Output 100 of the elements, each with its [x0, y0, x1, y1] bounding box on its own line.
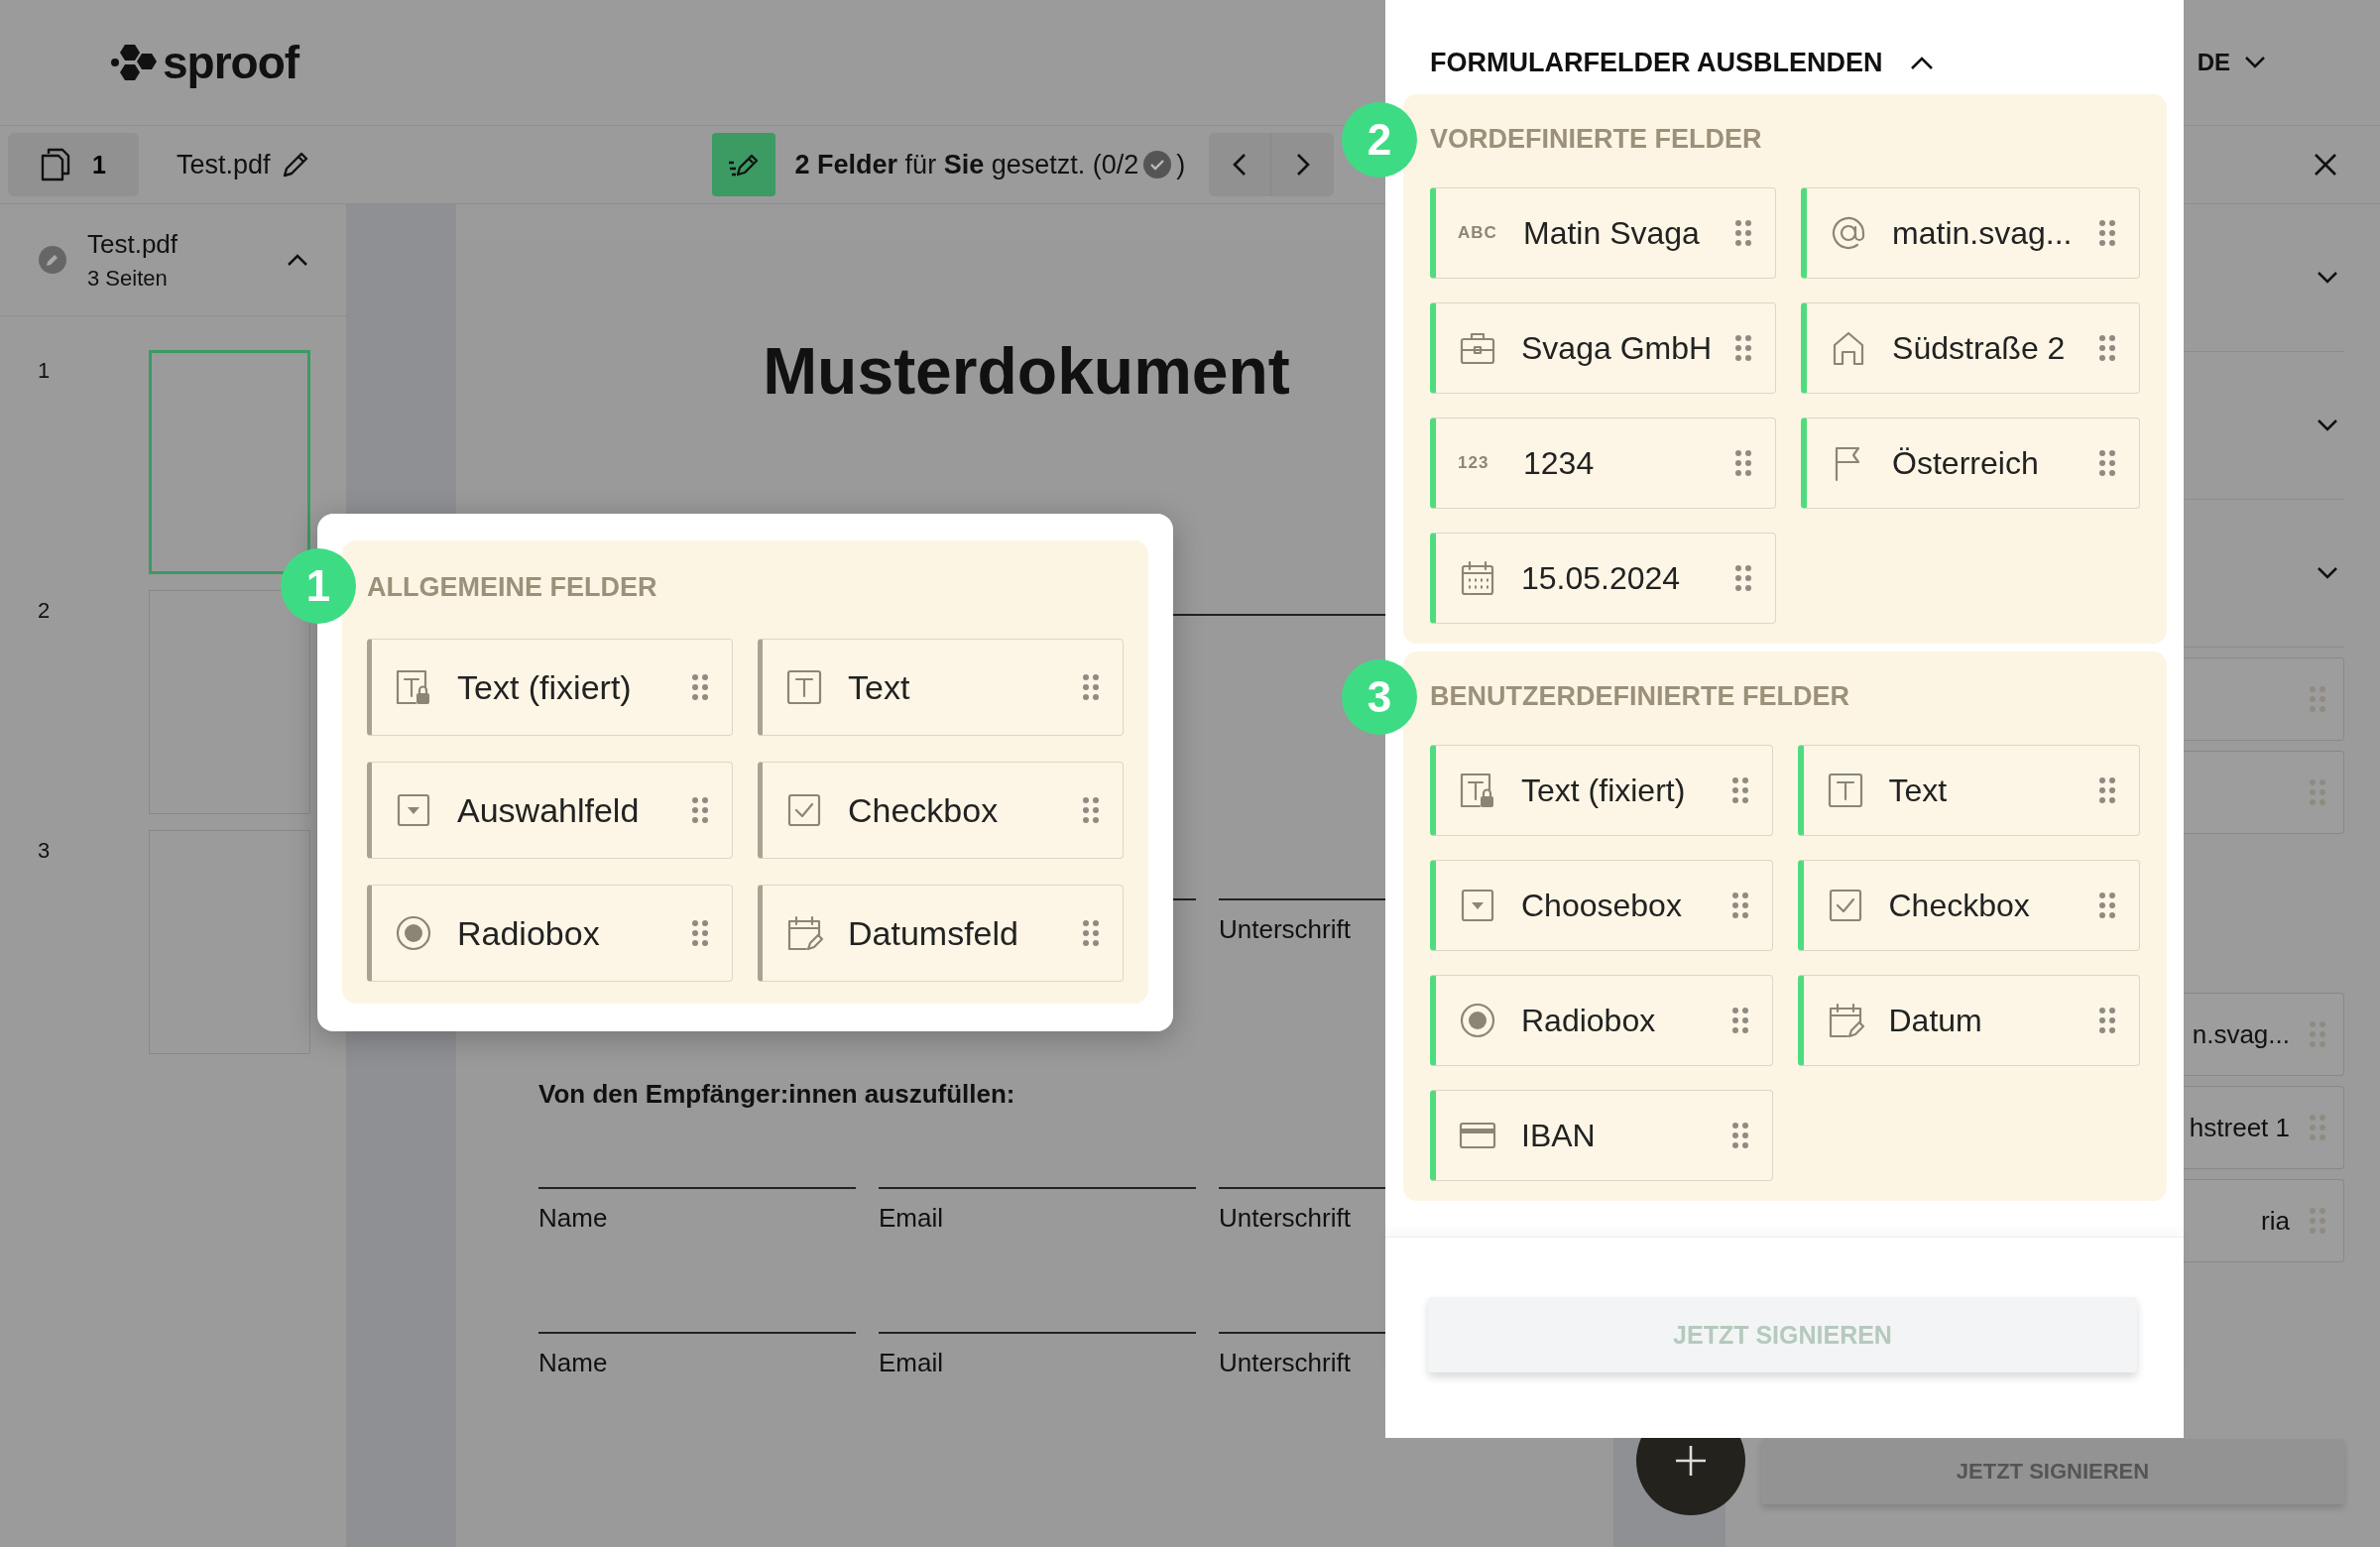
- chevron-down-icon[interactable]: [2244, 56, 2266, 69]
- drag-handle-icon[interactable]: [1731, 1008, 1748, 1033]
- drag-handle-icon[interactable]: [2099, 777, 2115, 803]
- section-title: BENUTZERDEFINIERTE FELDER: [1430, 681, 1850, 712]
- page-number: 1: [38, 357, 52, 384]
- check-circle-icon: [1142, 150, 1173, 179]
- page-number: 2: [38, 597, 52, 624]
- field-item[interactable]: Choosebox: [1430, 860, 1773, 951]
- field-item[interactable]: Checkbox: [1797, 860, 2140, 951]
- field-item[interactable]: IBAN: [1430, 1090, 1773, 1181]
- field-row[interactable]: [2184, 751, 2344, 834]
- page-count: 3 Seiten: [87, 265, 169, 292]
- step-badge: 3: [1342, 659, 1417, 735]
- chevron-up-icon: [1910, 57, 1935, 70]
- field-row[interactable]: ria: [2184, 1179, 2344, 1262]
- field-label: Email: [879, 1348, 943, 1377]
- field-type-icon: ABC: [1458, 223, 1499, 243]
- field-item[interactable]: Text (fixiert): [367, 639, 733, 736]
- status-text: 2 Felder für Sie gesetzt. (0/2: [794, 149, 1139, 180]
- drag-handle-icon[interactable]: [2310, 1021, 2325, 1047]
- field-item[interactable]: Österreich: [1801, 417, 2140, 509]
- field-item[interactable]: Radiobox: [1430, 975, 1773, 1066]
- drag-handle-icon[interactable]: [1735, 335, 1752, 361]
- drag-handle-icon[interactable]: [692, 674, 708, 700]
- drag-handle-icon[interactable]: [1735, 220, 1752, 246]
- page-thumbnail[interactable]: [149, 590, 310, 814]
- drag-handle-icon[interactable]: [692, 920, 708, 946]
- chevron-up-icon[interactable]: [287, 253, 308, 267]
- field-item[interactable]: Checkbox: [758, 762, 1124, 859]
- field-label: Name: [538, 1348, 608, 1377]
- field-item[interactable]: Datumsfeld: [758, 885, 1124, 982]
- field-row[interactable]: [2184, 657, 2344, 741]
- previous-button[interactable]: [1209, 133, 1272, 196]
- drag-handle-icon[interactable]: [1083, 674, 1099, 700]
- drag-handle-icon[interactable]: [1731, 1123, 1748, 1148]
- plus-icon: [1674, 1444, 1708, 1478]
- drag-handle-icon[interactable]: [2310, 1208, 2325, 1234]
- field-item[interactable]: Datum: [1797, 975, 2140, 1066]
- chevron-down-icon[interactable]: [2317, 566, 2338, 580]
- field-type-icon: 123: [1458, 453, 1499, 473]
- page-thumbnail[interactable]: [149, 350, 310, 574]
- drag-handle-icon[interactable]: [1735, 450, 1752, 476]
- page-number: 3: [38, 837, 52, 864]
- status-text-end: ): [1176, 149, 1186, 180]
- language-selector[interactable]: DE: [2197, 49, 2230, 76]
- drag-handle-icon[interactable]: [2310, 779, 2325, 805]
- edit-circle-icon: [38, 245, 67, 275]
- drag-handle-icon[interactable]: [1735, 565, 1752, 591]
- step-badge: 1: [281, 548, 356, 624]
- drag-handle-icon[interactable]: [2099, 335, 2115, 361]
- field-item[interactable]: matin.svag...: [1801, 187, 2140, 279]
- page-thumbnail[interactable]: [149, 830, 310, 1054]
- drag-handle-icon[interactable]: [1083, 797, 1099, 823]
- field-row[interactable]: n.svag...: [2184, 993, 2344, 1076]
- radio-icon: [394, 913, 433, 953]
- section-title: VORDEFINIERTE FELDER: [1430, 124, 1763, 155]
- document-name: Test.pdf: [87, 228, 178, 260]
- chevron-down-icon[interactable]: [2317, 271, 2338, 285]
- field-label: Unterschrift: [1219, 914, 1351, 944]
- field-item[interactable]: Auswahlfeld: [367, 762, 733, 859]
- field-item[interactable]: Südstraße 2: [1801, 302, 2140, 394]
- signature-tool-button[interactable]: [711, 133, 775, 196]
- field-item[interactable]: Radiobox: [367, 885, 733, 982]
- next-button[interactable]: [1271, 133, 1335, 196]
- section-title: ALLGEMEINE FELDER: [367, 572, 658, 603]
- drag-handle-icon[interactable]: [1083, 920, 1099, 946]
- field-item[interactable]: Text (fixiert): [1430, 745, 1773, 836]
- field-label: Email: [879, 1203, 943, 1233]
- field-item[interactable]: ABC Matin Svaga: [1430, 187, 1777, 279]
- drag-handle-icon[interactable]: [2099, 1008, 2115, 1033]
- field-label: Name: [538, 1203, 608, 1233]
- field-label: Unterschrift: [1219, 1203, 1351, 1233]
- pages-button[interactable]: 1: [8, 133, 139, 196]
- drag-handle-icon[interactable]: [1731, 777, 1748, 803]
- field-row[interactable]: hstreet 1: [2184, 1086, 2344, 1169]
- drag-handle-icon[interactable]: [692, 797, 708, 823]
- drag-handle-icon[interactable]: [2310, 1115, 2325, 1140]
- logo-text: sproof: [163, 36, 299, 89]
- drag-handle-icon[interactable]: [2099, 450, 2115, 476]
- field-item[interactable]: 123 1234: [1430, 417, 1777, 509]
- drag-handle-icon[interactable]: [2099, 220, 2115, 246]
- logo-icon: [111, 43, 157, 82]
- field-item[interactable]: Text: [758, 639, 1124, 736]
- drag-handle-icon[interactable]: [2099, 892, 2115, 918]
- step-badge: 2: [1342, 102, 1417, 178]
- field-item[interactable]: Svaga GmbH: [1430, 302, 1777, 394]
- document-title: Musterdokument: [763, 338, 1290, 404]
- close-icon[interactable]: [2313, 152, 2338, 178]
- file-name: Test.pdf: [177, 149, 271, 180]
- hide-fields-toggle[interactable]: FORMULARFELDER AUSBLENDEN: [1403, 0, 2167, 94]
- field-item[interactable]: 15.05.2024: [1430, 533, 1777, 624]
- radio-icon: [1458, 1001, 1497, 1040]
- copy-icon: [41, 148, 71, 181]
- chevron-down-icon[interactable]: [2317, 418, 2338, 432]
- drag-handle-icon[interactable]: [1731, 892, 1748, 918]
- field-label: Unterschrift: [1219, 1348, 1351, 1377]
- text-box-icon: [784, 667, 824, 707]
- section-heading: Von den Empfänger:innen auszufüllen:: [538, 1079, 1015, 1110]
- drag-handle-icon[interactable]: [2310, 686, 2325, 712]
- field-item[interactable]: Text: [1797, 745, 2140, 836]
